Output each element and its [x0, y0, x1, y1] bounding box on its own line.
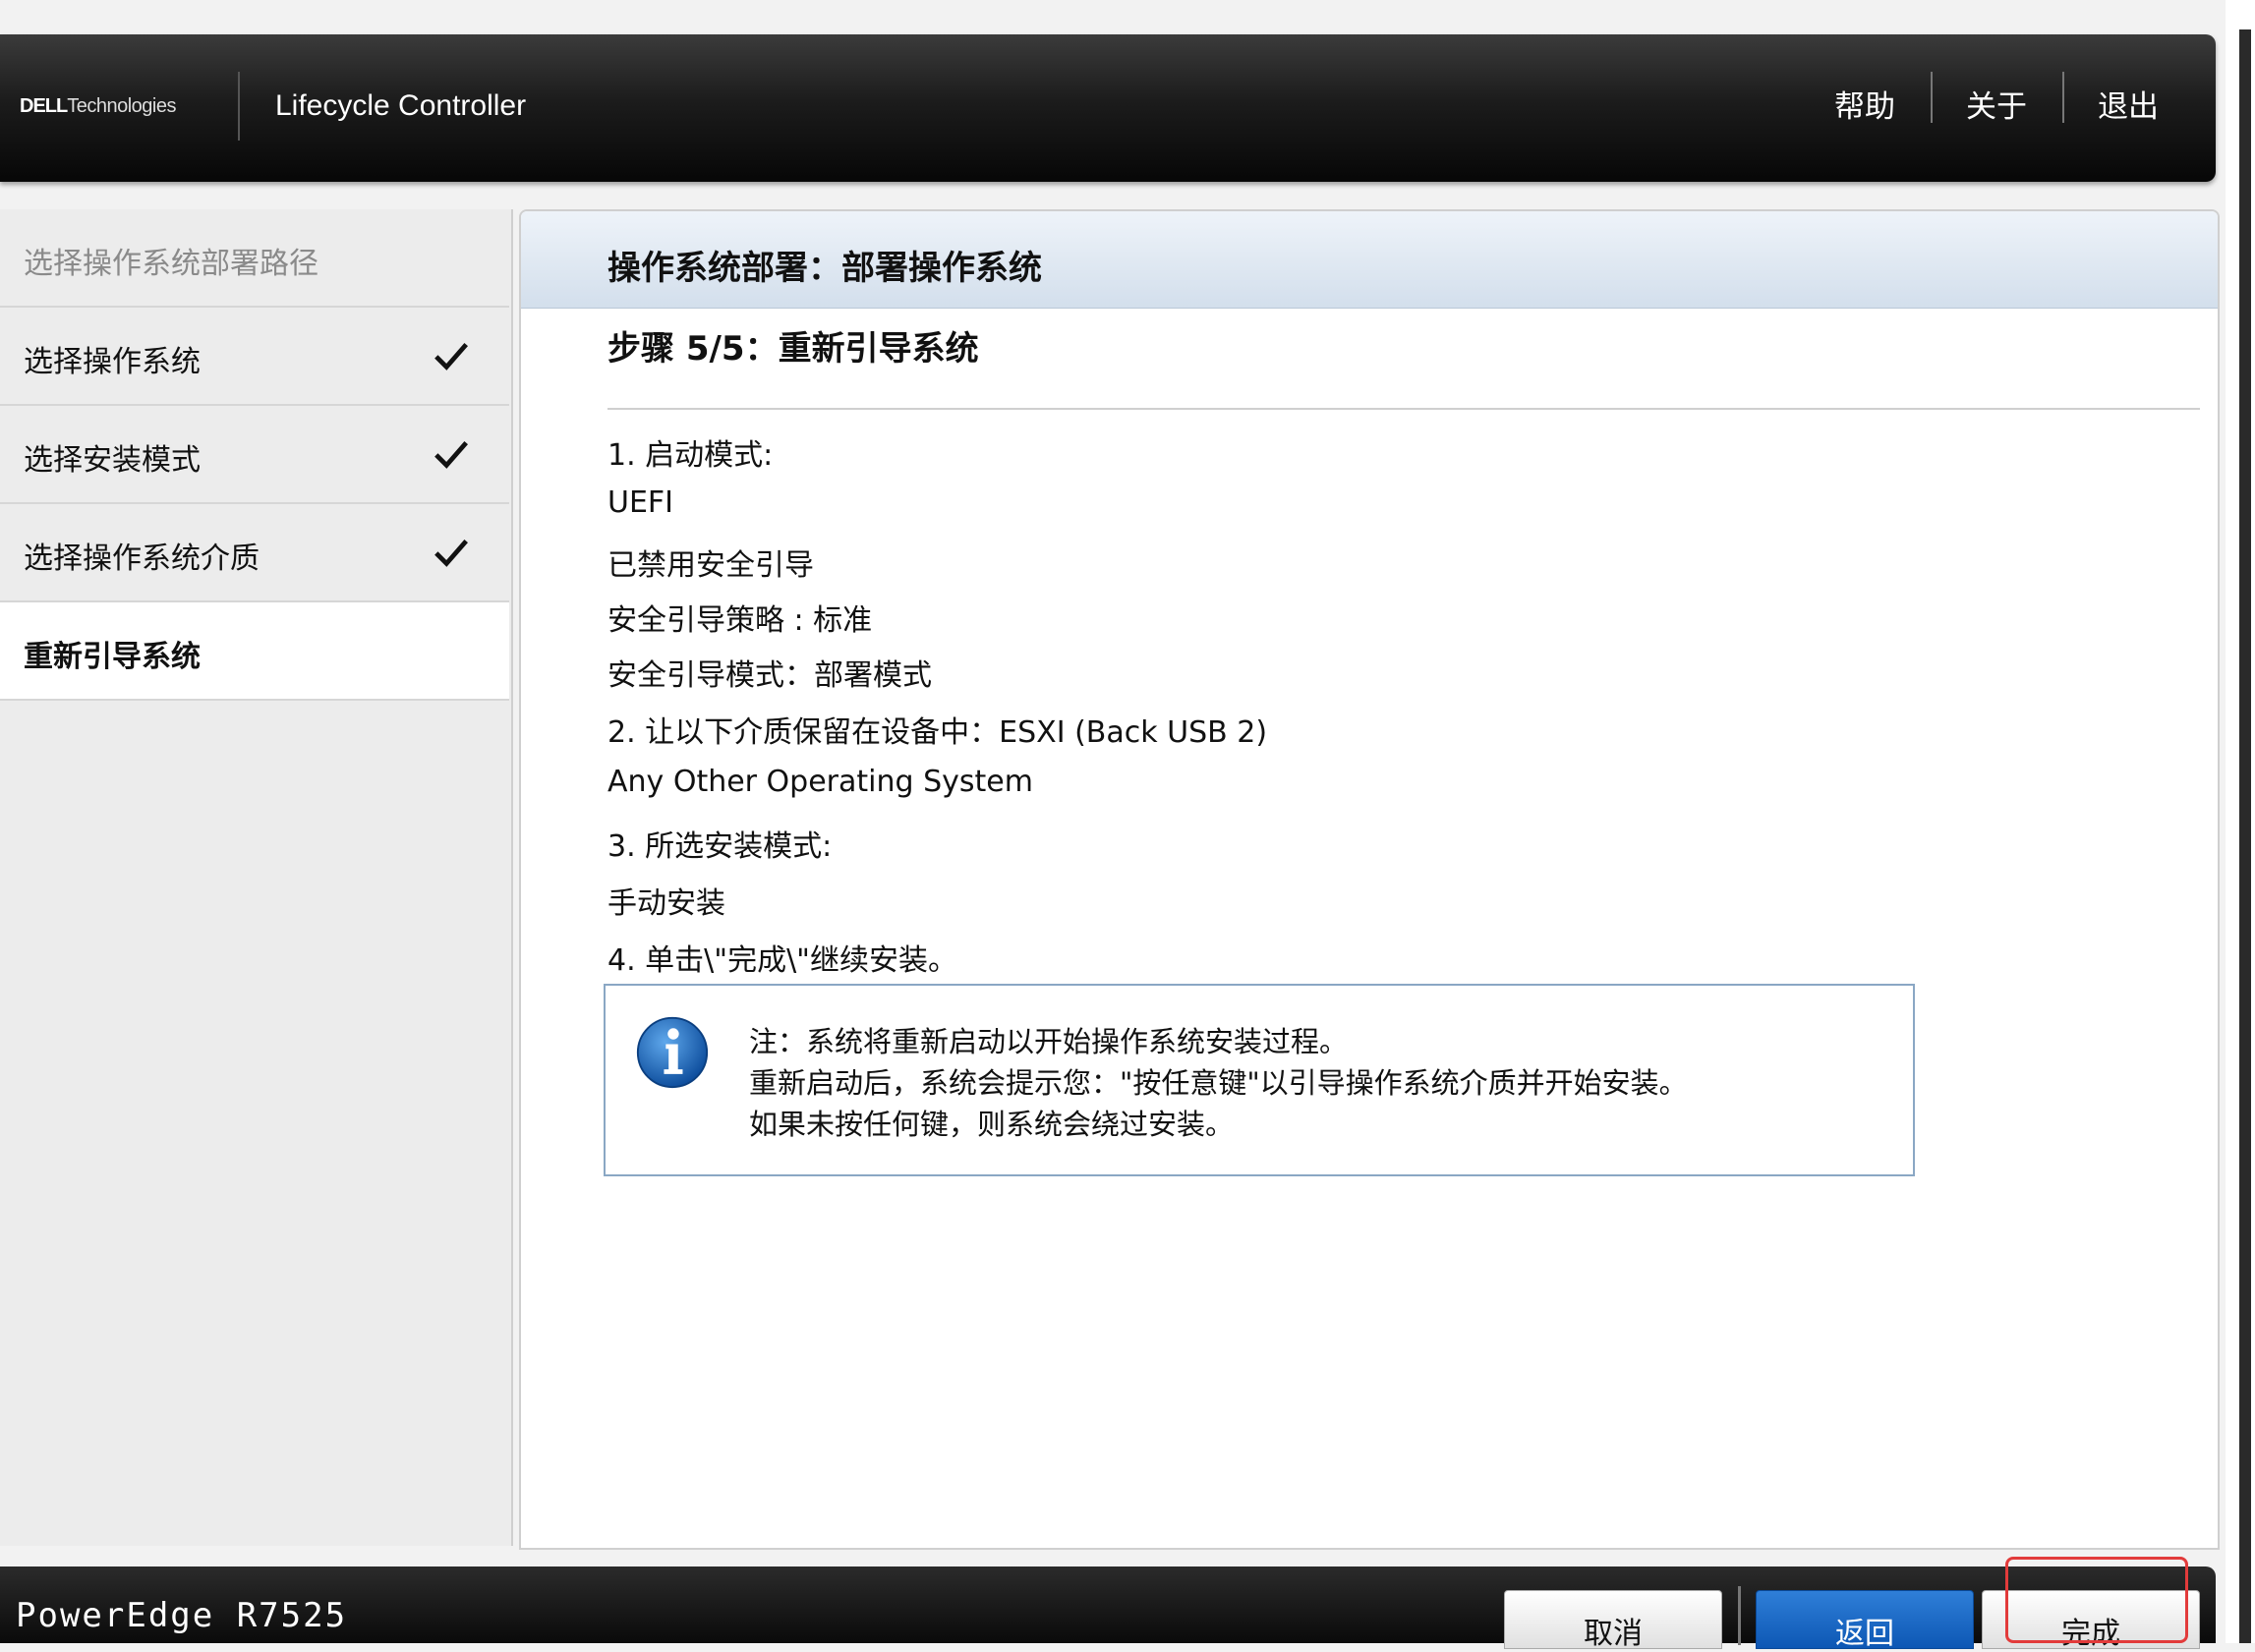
sidebar-item-select-install-mode[interactable]: 选择安装模式 — [0, 406, 509, 504]
divider — [607, 408, 2200, 410]
summary-line: 安全引导策略 : 标准 — [607, 603, 873, 638]
summary-line: 3. 所选安装模式: — [607, 829, 833, 864]
server-model-label: PowerEdge R7525 — [16, 1596, 348, 1635]
sidebar-item-label: 选择操作系统 — [24, 345, 201, 379]
header-separator — [238, 72, 240, 141]
summary-line: Any Other Operating System — [607, 765, 1033, 799]
wizard-steps-sidebar: 选择操作系统部署路径 选择操作系统 选择安装模式 选择操作系统介质 重新引导系统 — [0, 209, 513, 1546]
sidebar-item-label: 重新引导系统 — [24, 640, 201, 674]
help-link[interactable]: 帮助 — [1834, 82, 1895, 126]
summary-line: 手动安装 — [607, 886, 725, 921]
note-box: 注：系统将重新启动以开始操作系统安装过程。 重新启动后，系统会提示您："按任意键… — [604, 984, 1915, 1176]
summary-line: 2. 让以下介质保留在设备中：ESXI (Back USB 2) — [607, 715, 1268, 750]
sidebar-item-reboot-system[interactable]: 重新引导系统 — [0, 602, 509, 701]
sidebar-item-label: 选择操作系统介质 — [24, 541, 260, 576]
page-title: 操作系统部署：部署操作系统 — [607, 249, 1042, 288]
finish-button[interactable]: 完成 — [1982, 1590, 2200, 1651]
note-line: 如果未按任何键，则系统会绕过安装。 — [749, 1108, 1235, 1141]
app-header: DELLTechnologies Lifecycle Controller 帮助… — [0, 34, 2216, 182]
check-icon — [434, 540, 468, 567]
main-panel: 操作系统部署：部署操作系统 步骤 5/5：重新引导系统 1. 启动模式: UEF… — [519, 209, 2220, 1550]
summary-line: 1. 启动模式: — [607, 438, 774, 473]
cancel-button[interactable]: 取消 — [1504, 1590, 1722, 1651]
exit-link[interactable]: 退出 — [2098, 82, 2159, 126]
right-edge-bar — [2239, 29, 2251, 1643]
sidebar-item-select-os[interactable]: 选择操作系统 — [0, 308, 509, 406]
sidebar-item-label: 选择操作系统部署路径 — [24, 247, 318, 281]
check-icon — [434, 441, 468, 469]
step-title: 步骤 5/5：重新引导系统 — [607, 329, 979, 369]
back-button[interactable]: 返回 — [1756, 1590, 1974, 1651]
summary-line: 4. 单击\"完成\"继续安装。 — [607, 943, 957, 978]
sidebar-item-label: 选择安装模式 — [24, 443, 201, 478]
header-link-separator — [2062, 72, 2064, 123]
check-icon — [434, 343, 468, 370]
info-icon — [636, 1016, 709, 1089]
dell-technologies-logo: DELLTechnologies — [20, 95, 176, 117]
footer-separator — [1738, 1586, 1741, 1645]
sidebar-item-select-os-media[interactable]: 选择操作系统介质 — [0, 504, 509, 602]
product-title: Lifecycle Controller — [275, 89, 527, 122]
sidebar-item-select-deploy-path[interactable]: 选择操作系统部署路径 — [0, 209, 509, 308]
footer-bar: PowerEdge R7525 取消 返回 完成 — [0, 1567, 2216, 1651]
note-line: 注：系统将重新启动以开始操作系统安装过程。 — [749, 1025, 1349, 1058]
about-link[interactable]: 关于 — [1966, 82, 2027, 126]
summary-line: 安全引导模式：部署模式 — [607, 658, 932, 693]
header-link-separator — [1931, 72, 1933, 123]
note-line: 重新启动后，系统会提示您："按任意键"以引导操作系统介质并开始安装。 — [749, 1066, 1688, 1100]
summary-line: UEFI — [607, 485, 674, 520]
summary-line: 已禁用安全引导 — [607, 548, 814, 583]
